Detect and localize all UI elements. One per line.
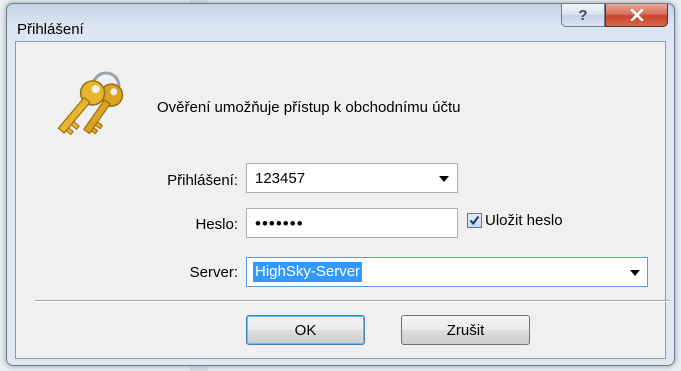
server-value: HighSky-Server <box>253 262 363 282</box>
ok-button[interactable]: OK <box>246 315 365 345</box>
keys-icon <box>57 71 124 136</box>
dialog-heading: Ověření umožňuje přístup k obchodnímu úč… <box>157 99 461 116</box>
login-label: Přihlášení: <box>167 172 238 189</box>
password-mask: ••••••• <box>255 214 304 233</box>
window-title: Přihlášení <box>17 21 84 38</box>
dialog-body: Ověření umožňuje přístup k obchodnímu úč… <box>15 41 669 359</box>
chevron-down-icon[interactable] <box>439 176 449 182</box>
login-value: 123457 <box>255 170 306 187</box>
button-divider <box>35 300 669 302</box>
password-label: Heslo: <box>195 216 238 233</box>
server-combobox[interactable]: HighSky-Server <box>246 257 648 287</box>
login-combobox[interactable]: 123457 <box>246 163 458 193</box>
save-password-option[interactable]: Uložit heslo <box>467 212 563 229</box>
close-button[interactable] <box>605 4 668 27</box>
cancel-button[interactable]: Zrušit <box>401 315 530 345</box>
help-button[interactable]: ? <box>561 4 605 27</box>
server-label: Server: <box>189 264 238 281</box>
password-field[interactable]: ••••••• <box>246 208 458 238</box>
help-icon: ? <box>578 6 588 24</box>
chevron-down-icon[interactable] <box>630 270 640 276</box>
title-bar[interactable]: Přihlášení ? <box>7 4 674 42</box>
save-password-label: Uložit heslo <box>485 212 563 229</box>
checkmark-icon <box>469 215 480 226</box>
save-password-checkbox[interactable] <box>467 213 482 228</box>
login-dialog-window: Přihlášení ? Ověření umožňuje přístup k … <box>6 3 675 366</box>
close-icon <box>630 9 643 21</box>
